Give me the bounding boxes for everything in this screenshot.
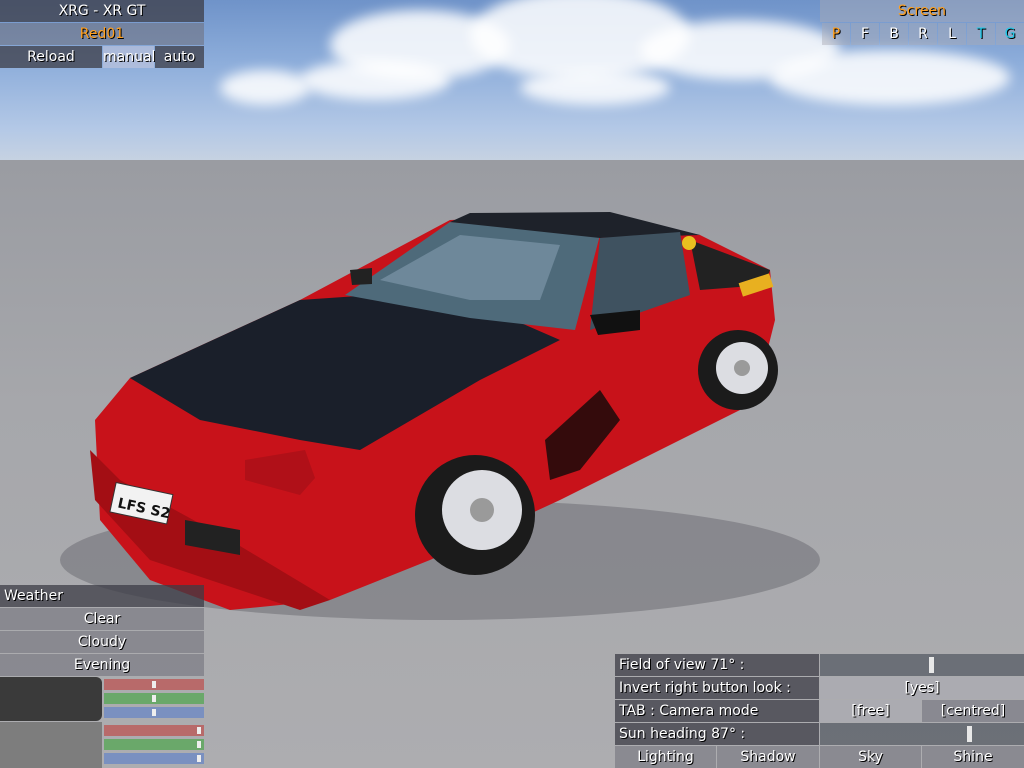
tab-sky[interactable]: Sky [820, 746, 921, 768]
weather-cloudy-button[interactable]: Cloudy [0, 631, 204, 653]
g-slider-knob-ambient[interactable] [152, 695, 156, 702]
tab-shine[interactable]: Shine [922, 746, 1024, 768]
b-slider-knob-light[interactable] [197, 755, 201, 762]
r-slider-light[interactable] [104, 725, 204, 736]
screen-button-r[interactable]: R [909, 23, 937, 45]
g-slider-light[interactable] [104, 739, 204, 750]
weather-evening-button[interactable]: Evening [0, 654, 204, 676]
screen-button-l[interactable]: L [938, 23, 966, 45]
r-slider-knob-ambient[interactable] [152, 681, 156, 688]
fov-slider[interactable] [820, 654, 1024, 676]
invert-toggle[interactable]: [yes] [820, 677, 1024, 699]
screen-button-f[interactable]: F [851, 23, 879, 45]
screen-button-t[interactable]: T [967, 23, 995, 45]
g-slider-knob-light[interactable] [197, 741, 201, 748]
camera-mode-label: TAB : Camera mode [615, 700, 819, 722]
screen-button-p[interactable]: P [822, 23, 850, 45]
b-slider-knob-ambient[interactable] [152, 709, 156, 716]
g-slider-ambient[interactable] [104, 693, 204, 704]
sun-heading-slider[interactable] [820, 723, 1024, 745]
invert-label: Invert right button look : [615, 677, 819, 699]
ambient-color-swatch[interactable] [0, 677, 102, 721]
camera-centred-button[interactable]: [centred] [922, 700, 1024, 722]
r-slider-knob-light[interactable] [197, 727, 201, 734]
camera-free-button[interactable]: [free] [820, 700, 921, 722]
screen-title: Screen [820, 0, 1024, 22]
reload-button[interactable]: Reload [0, 46, 102, 68]
car-title: XRG - XR GT [0, 0, 204, 22]
manual-button[interactable]: manual [103, 46, 155, 68]
auto-button[interactable]: auto [155, 46, 204, 68]
tab-shadow[interactable]: Shadow [717, 746, 819, 768]
car-skin[interactable]: Red01 [0, 23, 204, 45]
tab-lighting[interactable]: Lighting [615, 746, 716, 768]
screen-button-g[interactable]: G [996, 23, 1024, 45]
fov-slider-thumb[interactable] [929, 657, 934, 673]
sun-heading-label: Sun heading 87° : [615, 723, 819, 745]
b-slider-light[interactable] [104, 753, 204, 764]
sun-heading-slider-thumb[interactable] [967, 726, 972, 742]
light-color-swatch[interactable] [0, 722, 102, 768]
fov-label: Field of view 71° : [615, 654, 819, 676]
r-slider-ambient[interactable] [104, 679, 204, 690]
weather-title: Weather [0, 585, 204, 607]
b-slider-ambient[interactable] [104, 707, 204, 718]
screen-button-b[interactable]: B [880, 23, 908, 45]
weather-clear-button[interactable]: Clear [0, 608, 204, 630]
